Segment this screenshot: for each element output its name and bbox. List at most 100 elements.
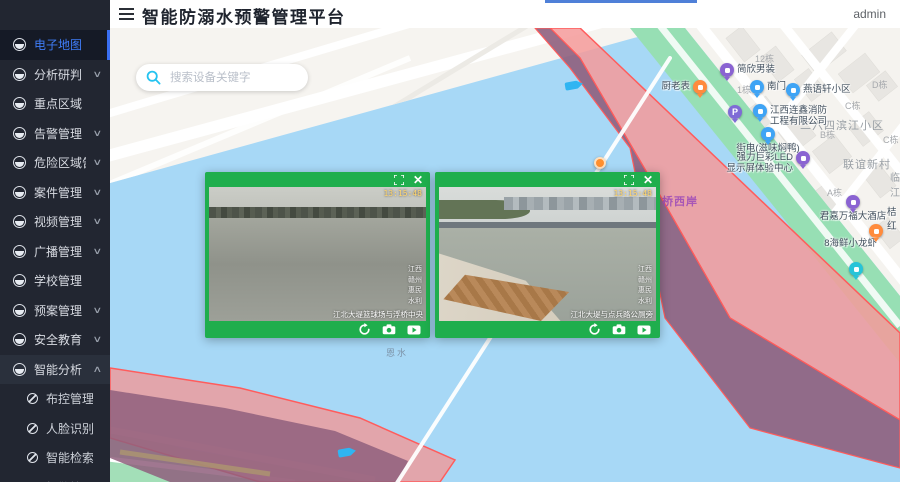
video-frame: 13:15:48 江西 赣州 惠民 水利 江北大堤与点兵路公厕旁 <box>439 187 656 321</box>
map-poi-label: 江西连鑫消防 工程有限公司 <box>770 105 827 128</box>
video-popup-header: ✕ <box>205 172 430 187</box>
menu-item-label: 案件管理 <box>34 184 82 201</box>
video-caption: 江北大堤篮球场与浮桥中央 <box>333 309 423 320</box>
map-poi-label: 南门 <box>767 81 786 92</box>
video-timestamp: 13:15:48 <box>383 189 422 198</box>
hamburger-menu-icon[interactable] <box>119 8 134 20</box>
alert-marker-icon[interactable] <box>594 157 606 169</box>
menu-item-icon <box>13 215 26 228</box>
menu-item-label: 安全教育 <box>34 331 82 348</box>
video-popup-toolbar <box>205 321 430 338</box>
menu-item-icon <box>13 363 26 376</box>
video-popup: ✕ 13:15:48 江西 赣州 惠民 水利 江北大堤篮球场与浮桥中央 <box>205 172 430 338</box>
menu-item-icon <box>13 245 26 258</box>
video-watermark: 江西 赣州 惠民 水利 <box>638 265 652 307</box>
fullscreen-icon[interactable] <box>394 175 404 185</box>
map-poi-pin[interactable]: 简欣男装 <box>720 63 734 77</box>
sidebar-item[interactable]: 智能检索 <box>0 443 110 473</box>
map-poi-pin[interactable]: 8海鲜小龙虾 <box>869 224 883 238</box>
menu-item-label: 学校管理 <box>34 272 82 289</box>
menu-item-icon <box>27 393 38 404</box>
chevron-icon: ∨ <box>93 128 103 139</box>
sidebar-item[interactable]: 报警管理 <box>0 473 110 482</box>
map-poi-pin[interactable]: 江西连鑫消防 工程有限公司 <box>753 104 767 118</box>
sidebar-item[interactable]: 学校管理 <box>0 266 110 296</box>
video-timestamp: 13:15:48 <box>613 189 652 198</box>
video-popup-toolbar <box>435 321 660 338</box>
map-poi-label: 简欣男装 <box>737 64 775 75</box>
record-video-icon[interactable] <box>637 325 651 335</box>
sidebar-item[interactable]: 危险区域告警 ∨ <box>0 148 110 178</box>
menu-item-icon <box>27 423 38 434</box>
sidebar-item[interactable]: 分析研判 ∨ <box>0 60 110 90</box>
refresh-icon[interactable] <box>358 323 371 336</box>
record-video-icon[interactable] <box>407 325 421 335</box>
menu-item-icon <box>27 452 38 463</box>
page-title: 智能防溺水预警管理平台 <box>142 3 346 28</box>
map-poi-pin[interactable]: 厨老表 <box>693 80 707 94</box>
menu-item-label: 电子地图 <box>34 36 82 53</box>
sidebar-item[interactable]: 广播管理 ∨ <box>0 237 110 267</box>
map-canvas[interactable]: 12栋 1栋 D栋 C栋 B栋 C栋 A栋 二六四滨江小区 联谊新村 临江 桔红 <box>110 28 900 482</box>
sidebar-item[interactable]: 案件管理 ∨ <box>0 178 110 208</box>
sidebar-item[interactable]: 视频管理 ∨ <box>0 207 110 237</box>
menu-item-icon <box>13 97 26 110</box>
menu-item-label: 人脸识别 <box>46 420 93 437</box>
map-poi-label: 君嘉万福大酒店 <box>820 211 887 222</box>
refresh-icon[interactable] <box>588 323 601 336</box>
user-menu[interactable]: admin <box>853 7 886 21</box>
menu-item-label: 分析研判 <box>34 66 82 83</box>
menu-item-label: 智能分析 <box>34 361 82 378</box>
sidebar-item[interactable]: 安全教育 ∨ <box>0 325 110 355</box>
sidebar-item[interactable]: 电子地图 <box>0 30 110 60</box>
video-popup: ✕ 13:15:48 江西 赣州 惠民 水利 江北大堤与点兵路公厕旁 <box>435 172 660 338</box>
fullscreen-icon[interactable] <box>624 175 634 185</box>
close-icon[interactable]: ✕ <box>413 174 423 186</box>
close-icon[interactable]: ✕ <box>643 174 653 186</box>
chevron-icon: ∨ <box>93 305 103 316</box>
map-poi-pin[interactable]: 南门 <box>750 80 764 94</box>
map-poi-label: 厨老表 <box>661 81 690 92</box>
map-poi-pin[interactable]: 燕语轩小区 <box>786 83 800 97</box>
map-poi-pin[interactable]: 强力巨彩LED 显示屏体验中心 <box>796 151 810 165</box>
device-search-box <box>136 64 308 91</box>
map-poi-pin[interactable] <box>849 262 863 276</box>
map-poi-pin[interactable]: 街电(滋味焖鸭) <box>761 127 775 141</box>
menu-item-label: 智能检索 <box>46 449 93 466</box>
video-popup-header: ✕ <box>435 172 660 187</box>
sidebar-item[interactable]: 重点区域 <box>0 89 110 119</box>
map-poi-label: 燕语轩小区 <box>803 84 851 95</box>
sidebar-item[interactable]: 智能分析 ∧ <box>0 355 110 385</box>
loading-bar <box>545 0 697 3</box>
menu-item-label: 告警管理 <box>34 125 82 142</box>
menu-item-label: 广播管理 <box>34 243 82 260</box>
chevron-icon: ∧ <box>93 364 103 375</box>
chevron-icon: ∨ <box>93 334 103 345</box>
map-poi-pin[interactable]: 君嘉万福大酒店 <box>846 195 860 209</box>
app-window: 电子地图 分析研判 ∨ 重点区域 告警管理 <box>0 0 900 482</box>
sidebar-item[interactable]: 人脸识别 <box>0 414 110 444</box>
chevron-icon: ∨ <box>93 187 103 198</box>
map-poi-label: 强力巨彩LED 显示屏体验中心 <box>726 152 793 175</box>
map-poi-pin[interactable] <box>728 105 742 119</box>
video-caption: 江北大堤与点兵路公厕旁 <box>571 309 654 320</box>
menu-item-icon <box>13 274 26 287</box>
sidebar-item[interactable]: 布控管理 <box>0 384 110 414</box>
menu-item-icon <box>13 186 26 199</box>
menu-item-label: 布控管理 <box>46 390 93 407</box>
menu-item-label: 视频管理 <box>34 213 82 230</box>
sidebar-item[interactable]: 告警管理 ∨ <box>0 119 110 149</box>
sidebar: 电子地图 分析研判 ∨ 重点区域 告警管理 <box>0 0 110 482</box>
menu-item-icon <box>13 333 26 346</box>
video-frame: 13:15:48 江西 赣州 惠民 水利 江北大堤篮球场与浮桥中央 <box>209 187 426 321</box>
search-input[interactable] <box>168 71 298 85</box>
chevron-icon: ∨ <box>93 157 103 168</box>
menu-item-label: 重点区域 <box>34 95 82 112</box>
sidebar-item[interactable]: 预案管理 ∨ <box>0 296 110 326</box>
snapshot-camera-icon[interactable] <box>382 324 396 335</box>
menu-item-icon <box>13 127 26 140</box>
map-poi-label: 8海鲜小龙虾 <box>824 238 877 249</box>
snapshot-camera-icon[interactable] <box>612 324 626 335</box>
search-icon <box>146 70 161 85</box>
top-bar: 智能防溺水预警管理平台 admin <box>110 0 900 28</box>
